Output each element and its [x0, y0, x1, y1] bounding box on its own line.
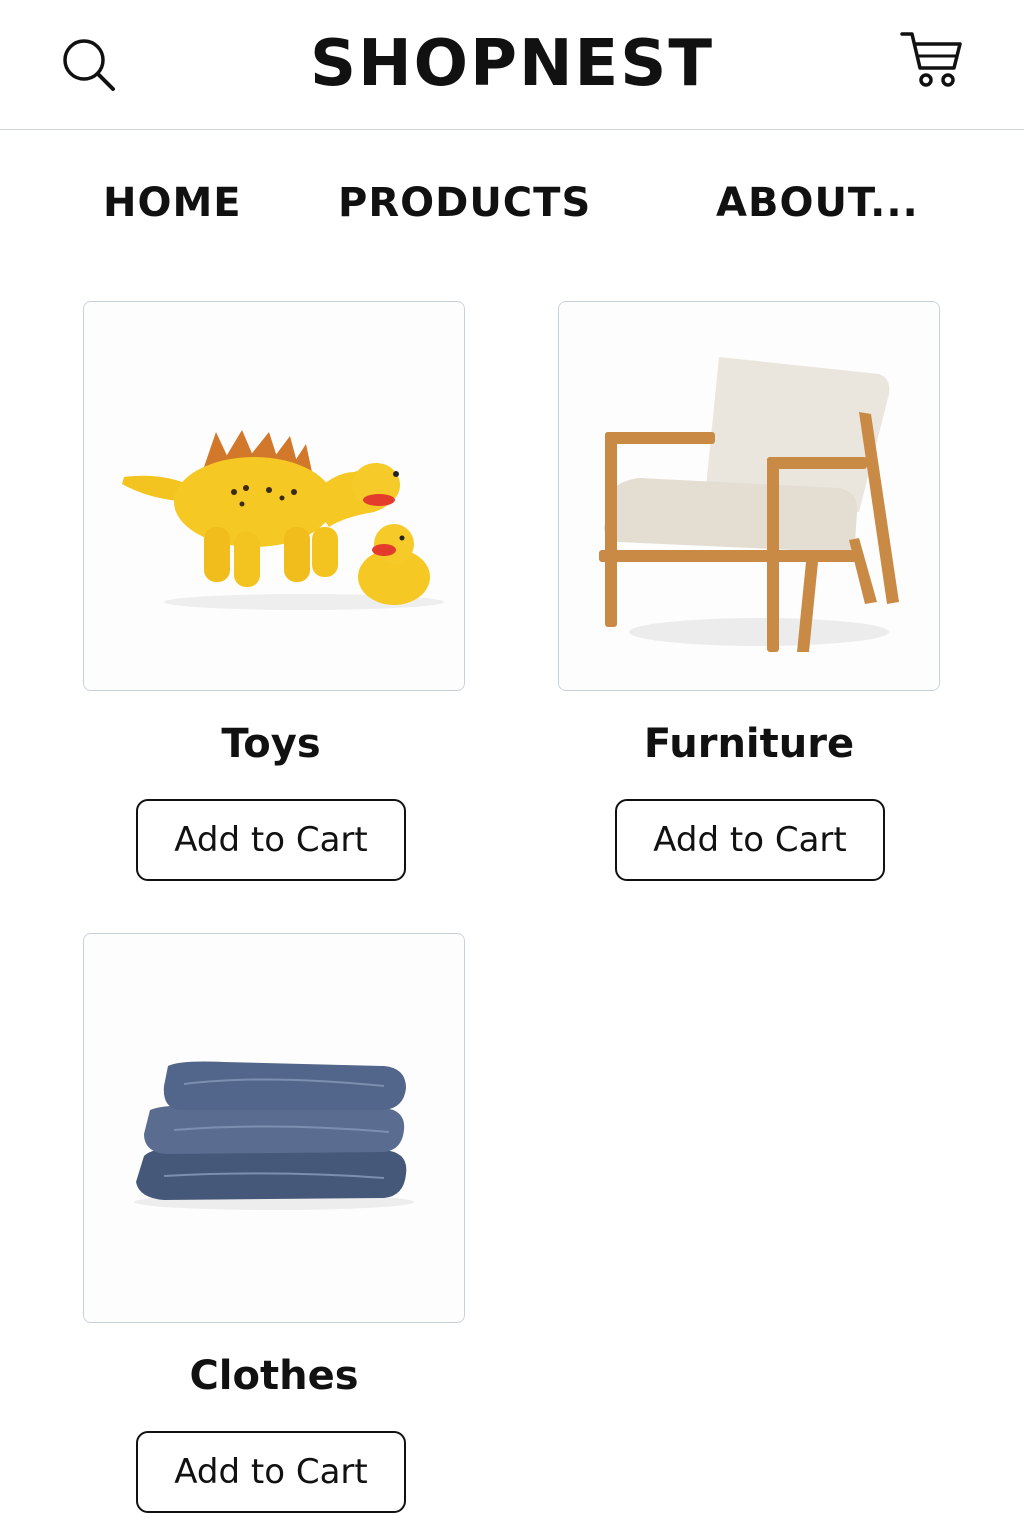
brand-logo[interactable]: SHOPNEST	[0, 24, 1024, 104]
add-to-cart-furniture-button[interactable]: Add to Cart	[615, 799, 885, 881]
header-bar: SHOPNEST	[0, 0, 1024, 130]
nav-products[interactable]: PRODUCTS	[338, 170, 591, 236]
main-nav: HOME PRODUCTS ABOUT...	[0, 170, 1024, 240]
nav-about[interactable]: ABOUT...	[716, 170, 916, 236]
furniture-picture	[559, 302, 939, 690]
clothes-picture	[84, 934, 464, 1322]
product-title-furniture: Furniture	[643, 721, 855, 767]
product-image-clothes[interactable]	[83, 933, 465, 1323]
product-title-clothes: Clothes	[189, 1353, 359, 1399]
product-title-toys: Toys	[221, 721, 321, 767]
add-to-cart-clothes-button[interactable]: Add to Cart	[136, 1431, 406, 1513]
product-image-toys[interactable]	[83, 301, 465, 691]
nav-home[interactable]: HOME	[103, 170, 242, 236]
product-image-furniture[interactable]	[558, 301, 940, 691]
add-to-cart-toys-button[interactable]: Add to Cart	[136, 799, 406, 881]
toys-picture	[84, 302, 464, 690]
cart-button[interactable]	[898, 28, 964, 90]
cart-icon	[900, 32, 962, 87]
